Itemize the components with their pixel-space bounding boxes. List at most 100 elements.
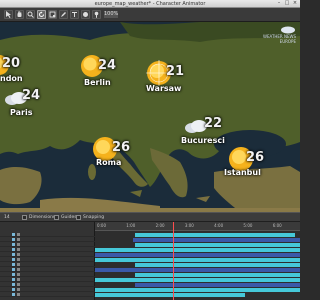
track-clip[interactable] xyxy=(135,233,295,237)
eye-icon[interactable] xyxy=(12,273,15,276)
rotate-tool-button[interactable] xyxy=(37,10,46,19)
lock-icon[interactable] xyxy=(17,288,20,291)
eye-icon[interactable] xyxy=(12,293,15,296)
dimensions-checkbox[interactable] xyxy=(22,215,27,220)
ruler-tick: 5:00 xyxy=(243,223,253,228)
snapping-checkbox[interactable] xyxy=(76,215,81,220)
track-clip[interactable] xyxy=(95,288,300,292)
eye-icon[interactable] xyxy=(12,263,15,266)
window-title: europe_map_weather* - Character Animator xyxy=(94,1,206,7)
track-clip[interactable] xyxy=(95,248,300,252)
rotate-icon xyxy=(39,11,44,17)
timeline-tracks[interactable]: 0:00 1:00 2:00 3:00 4:00 5:00 6:00 xyxy=(95,222,300,300)
city-name: Istanbul xyxy=(224,168,261,177)
track-clip[interactable] xyxy=(95,293,245,297)
arrow-tool-button[interactable] xyxy=(4,10,13,19)
window-titlebar: europe_map_weather* - Character Animator… xyxy=(0,0,300,8)
city-name: ndon xyxy=(0,74,23,83)
track-clip[interactable] xyxy=(95,258,300,262)
text-tool-button[interactable] xyxy=(70,10,79,19)
lock-icon[interactable] xyxy=(17,243,20,246)
city-name: Paris xyxy=(10,108,33,117)
ruler-tick: 2:00 xyxy=(155,223,165,228)
shape-icon xyxy=(83,12,88,17)
eye-icon[interactable] xyxy=(12,283,15,286)
city-temp: 26 xyxy=(112,140,131,155)
track-clip[interactable] xyxy=(95,278,300,282)
logo-text: WEATHER NEWS EUROPE xyxy=(263,34,296,44)
city-name: Bucuresci xyxy=(181,136,225,145)
zoom-tool-button[interactable] xyxy=(26,10,35,19)
minimize-button[interactable]: – xyxy=(276,1,282,6)
time-ruler[interactable]: 0:00 1:00 2:00 3:00 4:00 5:00 6:00 xyxy=(95,222,300,231)
track-clip[interactable] xyxy=(95,253,300,257)
city-temp: 22 xyxy=(204,116,223,131)
city-temp: 26 xyxy=(246,150,265,165)
shape-tool-button[interactable] xyxy=(81,10,90,19)
track-clip[interactable] xyxy=(135,283,300,287)
eye-icon[interactable] xyxy=(12,248,15,251)
timeline-panel: 0:00 1:00 2:00 3:00 4:00 5:00 6:00 xyxy=(0,222,300,300)
zoom-icon xyxy=(27,11,34,18)
track-clip[interactable] xyxy=(135,273,300,277)
layer-list xyxy=(0,222,95,300)
cloud-icon xyxy=(281,26,295,34)
scale-tool-button[interactable] xyxy=(48,10,57,19)
close-button[interactable]: × xyxy=(292,1,298,6)
track-clip[interactable] xyxy=(133,238,300,242)
playhead[interactable] xyxy=(173,222,174,300)
lock-icon[interactable] xyxy=(17,268,20,271)
eye-icon[interactable] xyxy=(12,288,15,291)
layer-row[interactable] xyxy=(0,292,95,297)
pen-tool-button[interactable] xyxy=(59,10,68,19)
ruler-tick: 3:00 xyxy=(184,223,194,228)
text-icon xyxy=(72,12,77,17)
pin-icon xyxy=(94,11,99,18)
lock-icon[interactable] xyxy=(17,248,20,251)
eye-icon[interactable] xyxy=(12,253,15,256)
city-roma[interactable]: 26 Roma xyxy=(92,136,142,176)
city-temp: 21 xyxy=(166,64,185,79)
hand-icon xyxy=(17,11,22,17)
city-warsaw[interactable]: 21 Warsaw xyxy=(144,60,194,100)
lock-icon[interactable] xyxy=(17,258,20,261)
map-canvas[interactable]: WEATHER NEWS EUROPE 20 ndon 24 Berlin 21… xyxy=(0,22,300,212)
maximize-button[interactable]: □ xyxy=(284,1,290,6)
guides-label: Guides xyxy=(61,215,77,220)
track-clip[interactable] xyxy=(95,268,300,272)
eye-icon[interactable] xyxy=(12,268,15,271)
guides-checkbox[interactable] xyxy=(54,215,59,220)
lock-icon[interactable] xyxy=(17,273,20,276)
pen-icon xyxy=(61,12,66,17)
city-berlin[interactable]: 24 Berlin xyxy=(78,54,128,94)
scale-icon xyxy=(49,11,56,18)
eye-icon[interactable] xyxy=(12,238,15,241)
timeline-header: 14 Dimensions Guides Snapping xyxy=(0,212,300,222)
lock-icon[interactable] xyxy=(17,253,20,256)
lock-icon[interactable] xyxy=(17,233,20,236)
ruler-tick: 1:00 xyxy=(126,223,136,228)
lock-icon[interactable] xyxy=(17,238,20,241)
pin-tool-button[interactable] xyxy=(92,10,101,19)
eye-icon[interactable] xyxy=(12,233,15,236)
frame-count: 14 xyxy=(4,215,10,220)
track-clip[interactable] xyxy=(135,263,300,267)
eye-icon[interactable] xyxy=(12,258,15,261)
lock-icon[interactable] xyxy=(17,278,20,281)
hand-tool-button[interactable] xyxy=(15,10,24,19)
zoom-level[interactable]: 100% xyxy=(104,11,118,18)
lock-icon[interactable] xyxy=(17,293,20,296)
eye-icon[interactable] xyxy=(12,278,15,281)
lock-icon[interactable] xyxy=(17,283,20,286)
city-name: Warsaw xyxy=(146,84,182,93)
city-temp: 24 xyxy=(98,58,117,73)
city-name: Berlin xyxy=(84,78,111,87)
track-clip[interactable] xyxy=(135,243,300,247)
eye-icon[interactable] xyxy=(12,243,15,246)
city-temp: 24 xyxy=(22,88,41,103)
city-paris[interactable]: 24 Paris xyxy=(4,86,54,126)
ruler-tick: 0:00 xyxy=(97,223,106,228)
arrow-icon xyxy=(6,11,11,18)
city-istanbul[interactable]: 26 Istanbul xyxy=(224,146,288,186)
lock-icon[interactable] xyxy=(17,263,20,266)
